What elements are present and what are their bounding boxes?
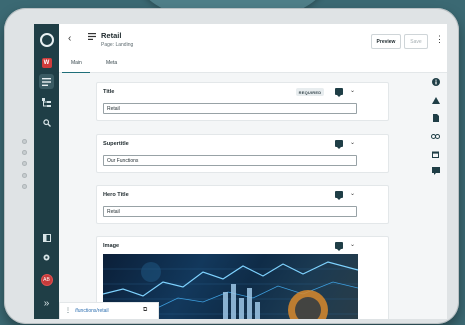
save-button[interactable]: Save xyxy=(404,34,428,49)
hero-title-label: Hero Title xyxy=(103,192,129,198)
gear-icon[interactable] xyxy=(39,250,54,265)
more-options-icon[interactable]: ⋮ xyxy=(435,34,444,45)
tab-main[interactable]: Main xyxy=(71,60,82,66)
comment-icon[interactable] xyxy=(335,191,343,200)
title-field-card: Title REQUIRED ⌄ Retail xyxy=(96,82,389,121)
page-subtitle: Page: Landing xyxy=(101,42,134,48)
chevron-down-icon[interactable]: ⌄ xyxy=(350,190,355,197)
page-path-bar: ⋮ /functions/retail ⧉ xyxy=(59,302,159,319)
logo-icon[interactable] xyxy=(39,32,54,47)
bezel-dot xyxy=(22,161,27,166)
active-tab-indicator xyxy=(62,71,90,73)
panel-icon[interactable] xyxy=(39,230,54,245)
app-screen: W AB » ‹ Retail Page: Landing Preview Sa… xyxy=(34,24,447,319)
avatar-initials: AB xyxy=(40,273,53,286)
comment-icon[interactable] xyxy=(335,242,343,251)
expand-icon[interactable]: » xyxy=(39,296,54,311)
comment-icon[interactable] xyxy=(335,88,343,97)
tab-bar: Main Meta xyxy=(59,56,447,73)
title-label: Title xyxy=(103,89,115,95)
image-label: Image xyxy=(103,243,120,249)
document-icon[interactable] xyxy=(428,112,443,124)
back-icon[interactable]: ‹ xyxy=(68,33,71,44)
chevron-down-icon[interactable]: ⌄ xyxy=(350,87,355,94)
left-rail: W AB » xyxy=(34,24,59,319)
tree-icon[interactable] xyxy=(39,95,54,110)
page-list-icon[interactable] xyxy=(39,74,54,89)
warning-icon[interactable] xyxy=(428,94,443,106)
tablet-device: W AB » ‹ Retail Page: Landing Preview Sa… xyxy=(4,8,459,324)
tab-meta[interactable]: Meta xyxy=(106,60,117,66)
supertitle-input[interactable]: Our Functions xyxy=(103,155,357,166)
info-icon[interactable] xyxy=(428,76,443,88)
comment-icon[interactable] xyxy=(428,165,443,177)
copy-icon[interactable]: ⧉ xyxy=(143,307,147,314)
supertitle-field-card: Supertitle ⌄ Our Functions xyxy=(96,134,389,173)
workspace-badge-label: W xyxy=(41,57,52,68)
supertitle-label: Supertitle xyxy=(103,141,129,147)
bezel-dot xyxy=(22,150,27,155)
link-icon[interactable] xyxy=(428,130,443,142)
page-header: ‹ Retail Page: Landing Preview Save ⋮ xyxy=(59,24,447,57)
bezel-dot xyxy=(22,173,27,178)
comment-icon[interactable] xyxy=(335,140,343,149)
required-badge: REQUIRED xyxy=(296,88,324,96)
page-title: Retail xyxy=(101,31,122,40)
avatar-icon[interactable]: AB xyxy=(39,272,54,287)
search-icon[interactable] xyxy=(39,115,54,130)
bezel-dot xyxy=(22,184,27,189)
chevron-down-icon[interactable]: ⌄ xyxy=(350,241,355,248)
chevron-down-icon[interactable]: ⌄ xyxy=(350,139,355,146)
calendar-icon[interactable] xyxy=(428,148,443,160)
page-path-link[interactable]: /functions/retail xyxy=(75,308,109,314)
hero-title-input[interactable]: Retail xyxy=(103,206,357,217)
hero-title-field-card: Hero Title ⌄ Retail xyxy=(96,185,389,224)
page-icon xyxy=(88,32,96,43)
preview-button[interactable]: Preview xyxy=(371,34,401,49)
title-input[interactable]: Retail xyxy=(103,103,357,114)
tree-icon: ⋮ xyxy=(65,308,71,314)
bezel-dot xyxy=(22,139,27,144)
workspace-badge[interactable]: W xyxy=(39,55,54,70)
